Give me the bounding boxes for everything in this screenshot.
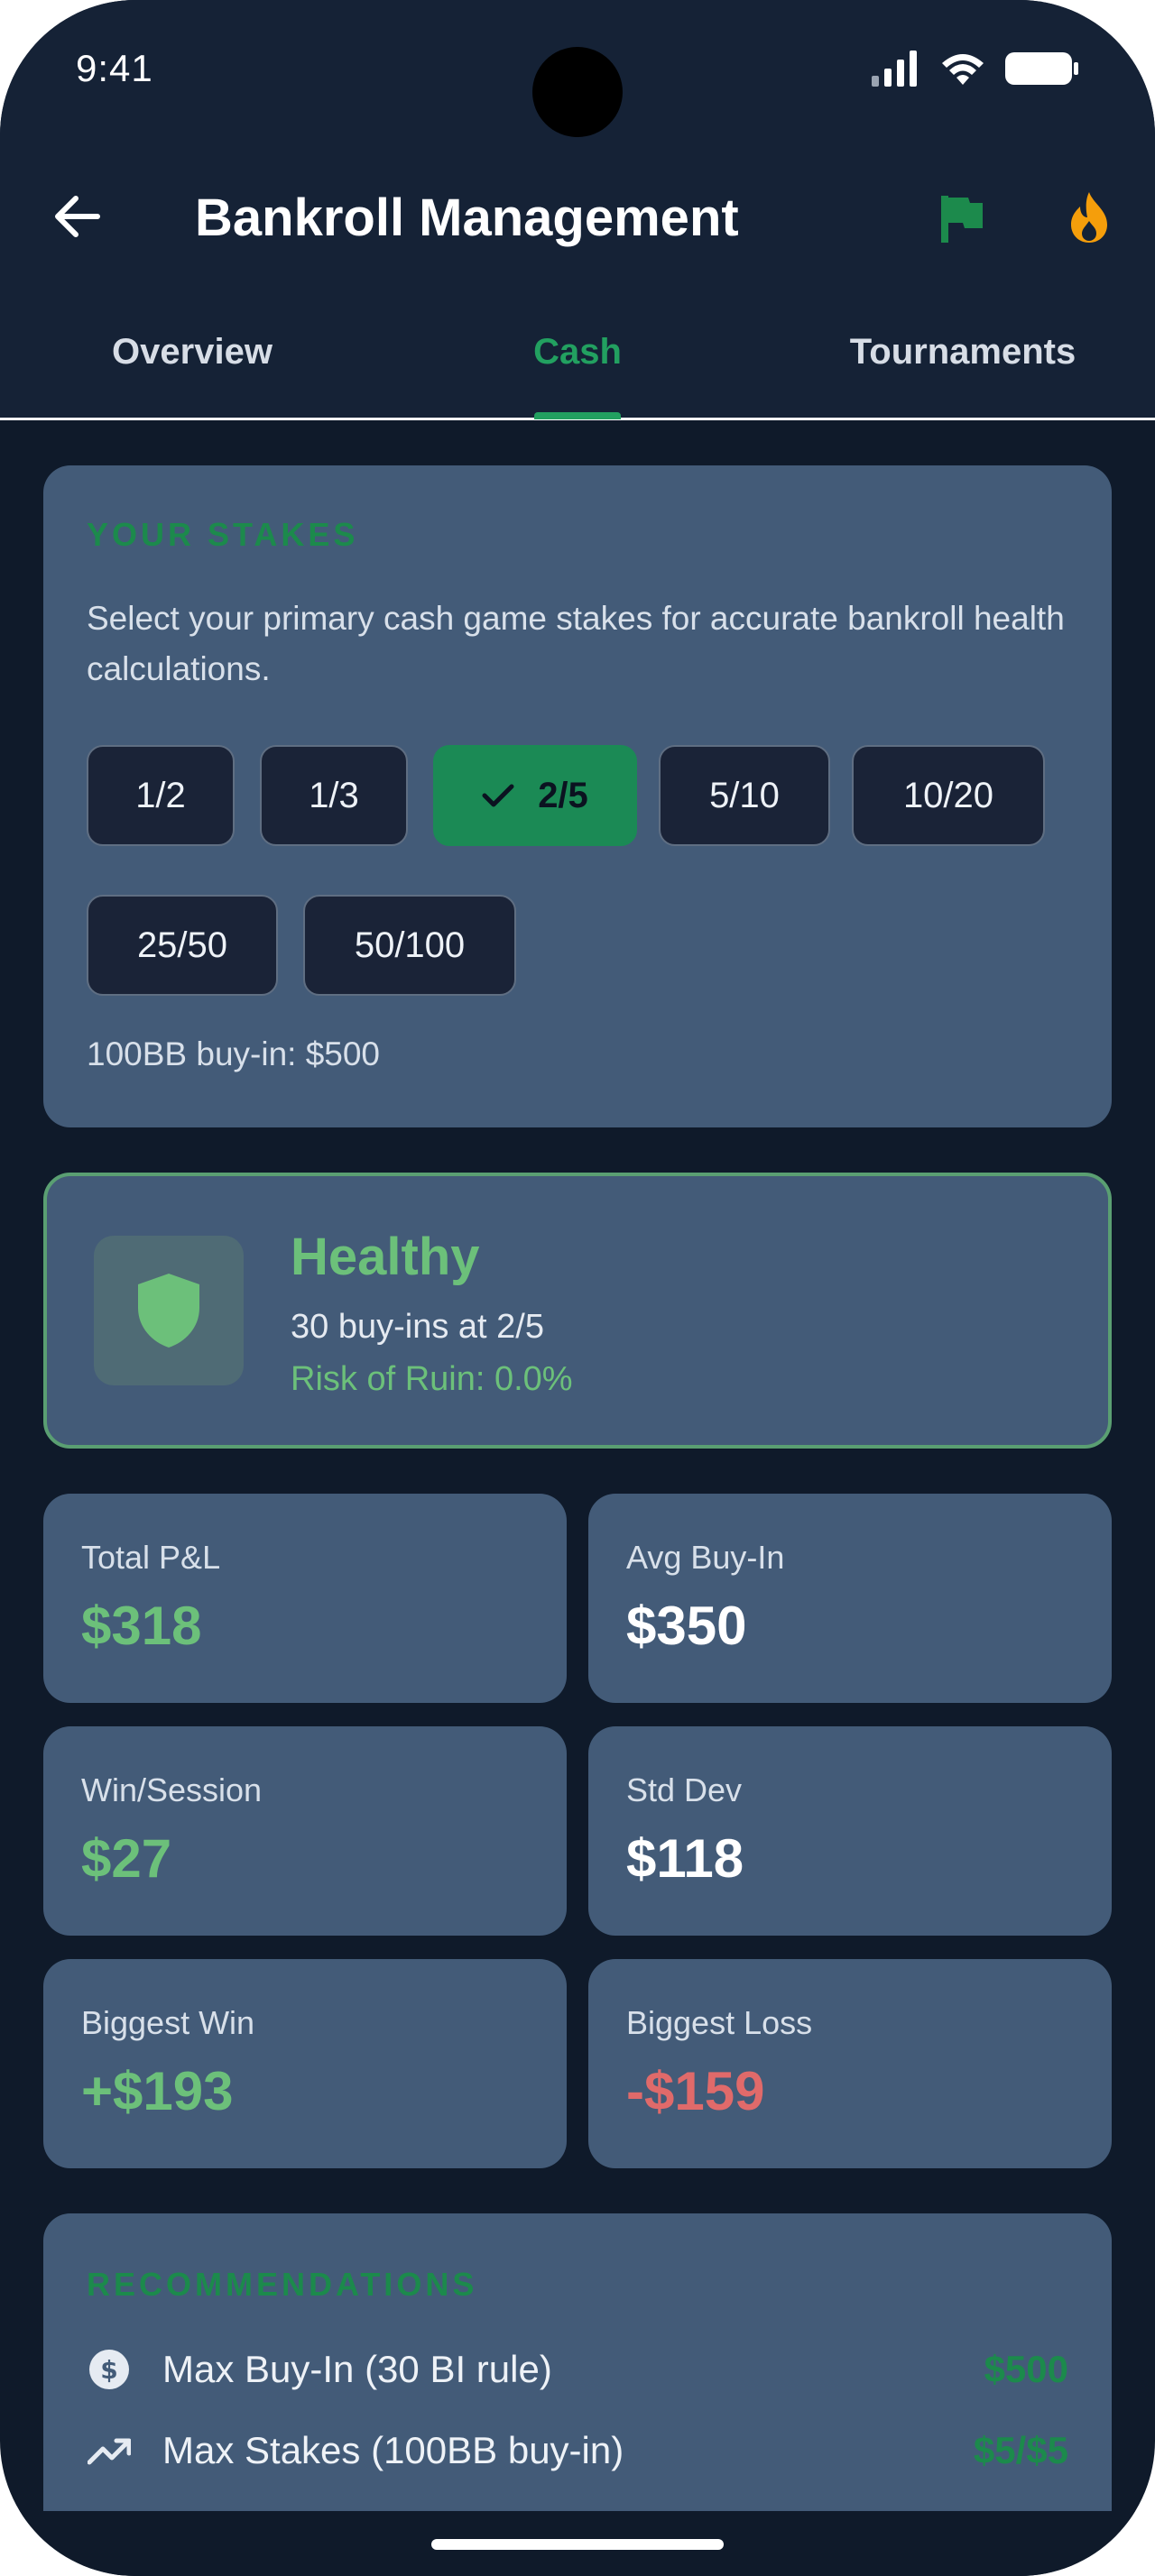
shield-badge [94,1236,244,1385]
wifi-icon [940,51,985,91]
stat-label: Biggest Win [81,2004,255,2041]
stake-chip-50-100[interactable]: 50/100 [303,895,516,996]
battery-icon [1005,51,1079,91]
flag-icon [941,196,983,243]
stake-chip-label: 1/3 [309,775,359,815]
stat-label: Total P&L [81,1539,221,1576]
stat-label: Win/Session [81,1771,263,1808]
check-icon [482,784,514,807]
stat-value: -$159 [626,2061,765,2121]
health-buyins: 30 buy-ins at 2/5 [291,1308,544,1346]
recommendation-value: $5/$5 [973,2429,1068,2471]
camera-cutout [532,47,623,137]
stat-value: $118 [626,1828,744,1889]
recommendation-label: Max Stakes (100BB buy-in) [162,2429,624,2471]
phone-screen: 9:41 Bankroll Management Overview Cash T… [0,0,1155,2576]
recommendation-label: Max Buy-In (30 BI rule) [162,2348,552,2390]
stake-chip-label: 10/20 [902,775,994,815]
stake-chip-label: 2/5 [538,775,588,815]
streak-button[interactable] [1058,186,1121,249]
status-time: 9:41 [76,47,153,89]
stakes-card: YOUR STAKES Select your primary cash gam… [43,465,1112,1127]
stat-label: Std Dev [626,1771,743,1808]
home-indicator[interactable] [431,2539,724,2550]
stake-chip-1-3[interactable]: 1/3 [260,745,408,846]
page-title: Bankroll Management [195,189,739,247]
status-icons [870,51,1079,91]
tab-cash[interactable]: Cash [384,332,771,373]
tab-bar: Overview Cash Tournaments [0,307,1155,420]
stat-value: $27 [81,1828,172,1889]
stake-chip-label: 1/2 [135,775,186,815]
stakes-section-title: YOUR STAKES [87,516,359,553]
recommendations-section-title: RECOMMENDATIONS [87,2266,478,2303]
bankroll-health-card: Healthy 30 buy-ins at 2/5 Risk of Ruin: … [43,1173,1112,1449]
recommendation-row: $ Max Buy-In (30 BI rule) $500 [87,2338,1068,2401]
shield-icon [138,1274,199,1348]
stat-value: $350 [626,1596,747,1656]
recommendations-card: RECOMMENDATIONS $ Max Buy-In (30 BI rule… [43,2213,1112,2511]
stakes-description: Select your primary cash game stakes for… [87,600,1065,687]
back-button[interactable] [45,180,108,253]
stake-chip-label: 25/50 [136,925,228,965]
svg-text:$: $ [100,2355,117,2385]
stake-chip-label: 5/10 [709,775,780,815]
health-status: Healthy [291,1228,480,1286]
stat-card-biggest-loss: Biggest Loss -$159 [588,1959,1112,2168]
stat-label: Avg Buy-In [626,1539,785,1576]
stat-value: +$193 [81,2061,234,2121]
stake-chip-1-2[interactable]: 1/2 [87,745,235,846]
stat-card-win-session: Win/Session $27 [43,1726,567,1936]
recommendation-value: $500 [984,2348,1068,2390]
tab-overview[interactable]: Overview [0,332,384,373]
flag-button[interactable] [929,188,993,251]
stat-card-std-dev: Std Dev $118 [588,1726,1112,1936]
buyin-note: 100BB buy-in: $500 [87,1035,381,1072]
risk-of-ruin: Risk of Ruin: 0.0% [291,1360,573,1398]
stake-chip-25-50[interactable]: 25/50 [87,895,278,996]
stat-card-avg-buyin: Avg Buy-In $350 [588,1494,1112,1703]
header-area: 9:41 Bankroll Management Overview Cash T… [0,0,1155,420]
stat-card-biggest-win: Biggest Win +$193 [43,1959,567,2168]
tab-tournaments[interactable]: Tournaments [771,332,1155,373]
stake-chip-2-5[interactable]: 2/5 [433,745,637,846]
recommendation-row: Max Stakes (100BB buy-in) $5/$5 [87,2419,1068,2482]
fire-icon [1071,192,1107,243]
signal-icon [870,51,920,91]
stat-label: Biggest Loss [626,2004,813,2041]
app-bar: Bankroll Management [0,171,1155,262]
trending-up-icon [87,2428,132,2473]
active-tab-indicator [534,412,621,419]
stake-chip-10-20[interactable]: 10/20 [852,745,1045,846]
dollar-circle-icon: $ [87,2347,132,2392]
stat-value: $318 [81,1596,202,1656]
stake-chip-label: 50/100 [354,925,466,965]
back-arrow-icon [55,196,100,237]
stake-chip-5-10[interactable]: 5/10 [659,745,830,846]
stat-card-total-pl: Total P&L $318 [43,1494,567,1703]
